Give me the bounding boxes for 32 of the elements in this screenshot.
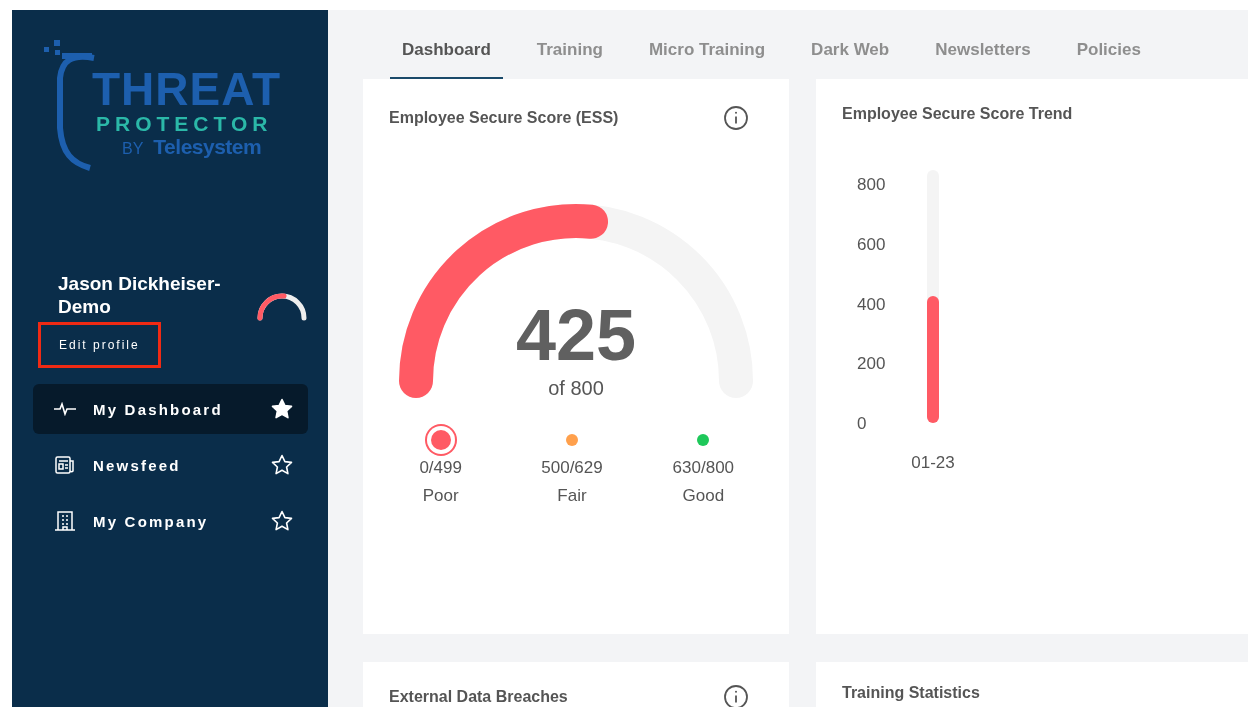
score-value: 425 — [515, 299, 637, 371]
building-icon — [53, 510, 77, 533]
newspaper-icon — [54, 455, 76, 476]
card-title: External Data Breaches — [389, 688, 568, 706]
band-range: 0/499 — [419, 458, 462, 478]
logo-by-text: BY — [122, 140, 144, 159]
card-title: Employee Secure Score Trend — [842, 105, 1073, 123]
axis-tick-label: 800 — [857, 175, 886, 194]
pulse-icon — [53, 402, 77, 417]
nav-item[interactable]: My Company — [33, 496, 308, 547]
axis-tick-label: 400 — [857, 294, 886, 314]
info-icon[interactable] — [723, 684, 749, 707]
score-max: of 800 — [548, 377, 604, 400]
logo-brand: Telesystem — [153, 135, 262, 160]
band-range: 630/800 — [672, 458, 735, 478]
logo-subtitle: PROTECTOR — [96, 112, 274, 136]
axis-tick-label: 0 — [857, 414, 867, 433]
card-title: Employee Secure Score (ESS) — [389, 109, 619, 127]
band-label: Fair — [557, 486, 587, 506]
user-name: Jason Dickheiser-Demo — [58, 272, 222, 319]
nav-item[interactable]: Newsfeed — [33, 440, 308, 491]
info-icon[interactable] — [723, 105, 749, 131]
axis-tick-label: 200 — [857, 354, 886, 374]
band-range: 500/629 — [541, 458, 603, 478]
band-label: Poor — [422, 486, 459, 506]
band-label: Good — [682, 486, 725, 506]
logo-title: THREAT — [92, 66, 282, 112]
edit-profile-link[interactable]: Edit profile — [38, 322, 161, 369]
axis-tick-label: 600 — [857, 234, 886, 254]
nav-item[interactable]: My Dashboard — [33, 384, 308, 435]
card-title: Training Statistics — [842, 684, 980, 702]
axis-category-label: 01-23 — [911, 453, 955, 472]
